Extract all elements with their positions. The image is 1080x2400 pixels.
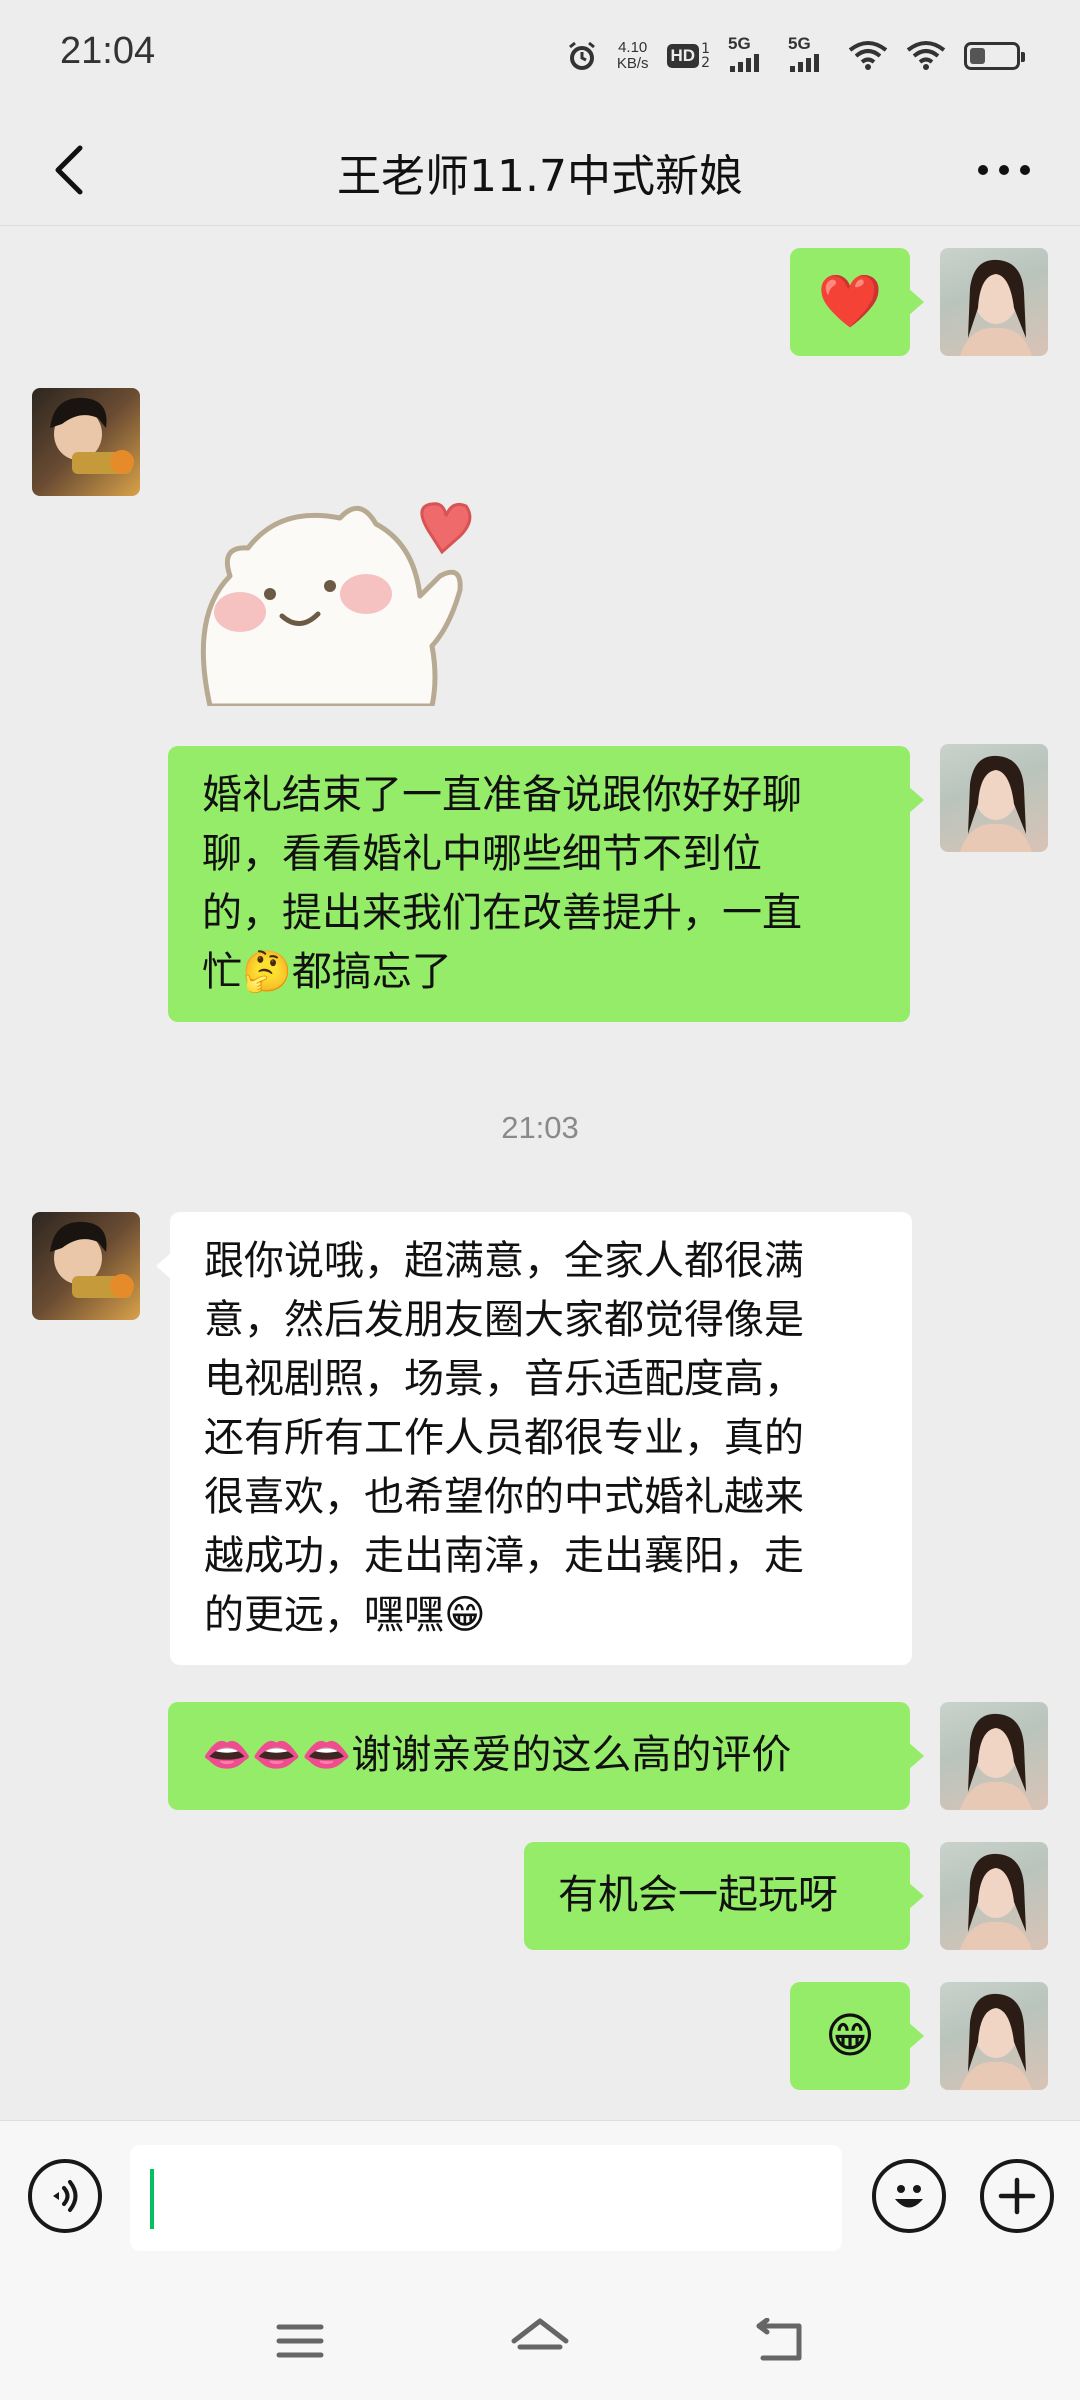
hd-sub-2: 2	[701, 55, 710, 71]
my-avatar[interactable]	[940, 1842, 1048, 1950]
hd-label: HD	[666, 44, 700, 68]
alarm-icon	[565, 39, 599, 73]
thinking-emoji: 🤔	[242, 949, 292, 995]
message-bubble-mine[interactable]: 有机会一起玩呀	[524, 1842, 924, 1950]
message-text: 忙	[202, 949, 242, 995]
message-line: 越成功，走出南漳，走出襄阳，走	[204, 1533, 804, 1579]
message-line: 忙🤔都搞忘了	[202, 943, 888, 1002]
voice-button[interactable]	[28, 2159, 102, 2233]
message-text: 的更远，嘿嘿	[204, 1592, 444, 1638]
message-line: 跟你说哦，超满意，全家人都很满	[204, 1238, 804, 1284]
hd-sub: 1 2	[701, 42, 710, 70]
message-bubble-mine[interactable]: 婚礼结束了一直准备说跟你好好聊 聊，看看婚礼中哪些细节不到位 的，提出来我们在改…	[168, 746, 924, 1022]
lips-emoji: 👄👄👄	[202, 1732, 352, 1778]
signal-1-label: 5G	[728, 34, 751, 53]
battery-fill	[970, 48, 986, 64]
wifi-icon	[848, 40, 888, 72]
status-time: 21:04	[60, 30, 156, 72]
back-icon	[756, 2318, 802, 2361]
grin-emoji: 😁	[444, 1592, 486, 1638]
home-icon	[511, 2318, 569, 2350]
heart-emoji: ❤️	[817, 272, 883, 332]
message-line: 很喜欢，也希望你的中式婚礼越来	[204, 1474, 804, 1520]
message-bubble-mine[interactable]: 👄👄👄谢谢亲爱的这么高的评价	[168, 1702, 924, 1810]
plus-icon	[998, 2177, 1036, 2215]
back-nav-button[interactable]	[740, 2306, 820, 2376]
net-speed-value: 4.10	[618, 39, 648, 56]
menu-icon	[276, 2324, 324, 2358]
message-bubble-mine[interactable]: 😁	[790, 1982, 924, 2090]
message-timestamp: 21:03	[501, 1110, 579, 1145]
voice-icon	[53, 2180, 78, 2212]
net-speed: 4.10 KB/s	[617, 40, 649, 72]
signal-bars-icon	[790, 54, 819, 72]
message-line: 电视剧照，场景，音乐适配度高，	[204, 1356, 804, 1402]
home-button[interactable]	[500, 2306, 580, 2376]
friend-avatar[interactable]	[32, 1212, 140, 1320]
message-line: 的，提出来我们在改善提升，一直	[202, 890, 802, 936]
status-bar: 21:04 4.10 KB/s HD 1 2 5G 5G	[0, 0, 1080, 112]
menu-button[interactable]	[260, 2306, 340, 2376]
emoji-button[interactable]	[872, 2159, 946, 2233]
chat-header: 王老师11.7中式新娘	[0, 112, 1080, 226]
my-avatar[interactable]	[940, 1702, 1048, 1810]
message-bubble-friend[interactable]: 跟你说哦，超满意，全家人都很满 意，然后发朋友圈大家都觉得像是 电视剧照，场景，…	[156, 1212, 912, 1665]
message-line: 的更远，嘿嘿😁	[204, 1586, 890, 1645]
smiley-icon	[895, 2185, 923, 2208]
hd-badge: HD 1 2	[666, 42, 710, 70]
more-horizontal-icon	[978, 165, 1030, 175]
chat-messages[interactable]: ❤️ 婚礼结束了一直准备说跟你好好聊 聊，看看婚礼中哪些细节不到位 的，提出来我…	[0, 226, 1080, 2120]
more-functions-button[interactable]	[980, 2159, 1054, 2233]
system-navigation-bar	[0, 2280, 1080, 2400]
bear-heart-sticker[interactable]	[170, 466, 490, 709]
signal-2-label: 5G	[788, 34, 811, 53]
my-avatar[interactable]	[940, 248, 1048, 356]
message-line: 婚礼结束了一直准备说跟你好好聊	[202, 772, 802, 818]
friend-avatar[interactable]	[32, 388, 140, 496]
chat-title: 王老师11.7中式新娘	[337, 151, 743, 202]
message-line: 聊，看看婚礼中哪些细节不到位	[202, 831, 762, 877]
input-bar	[0, 2120, 1080, 2280]
message-input[interactable]	[130, 2145, 842, 2251]
message-line: 还有所有工作人员都很专业，真的	[204, 1415, 804, 1461]
status-icons: 4.10 KB/s HD 1 2 5G 5G	[565, 34, 1025, 76]
signal-2: 5G	[788, 34, 830, 74]
message-text: 有机会一起玩呀	[558, 1872, 838, 1918]
battery-icon	[964, 42, 1025, 70]
hd-sub-1: 1	[701, 41, 710, 57]
message-text: 谢谢亲爱的这么高的评价	[351, 1732, 792, 1778]
signal-1: 5G	[728, 34, 770, 74]
message-line: 意，然后发朋友圈大家都觉得像是	[204, 1297, 804, 1343]
signal-bars-icon	[730, 54, 759, 72]
my-avatar[interactable]	[940, 1982, 1048, 2090]
my-avatar[interactable]	[940, 744, 1048, 852]
grin-emoji: 😁	[824, 2008, 876, 2064]
message-bubble-mine[interactable]: ❤️	[790, 248, 924, 356]
text-caret	[150, 2169, 154, 2229]
wifi-icon	[906, 40, 946, 72]
more-button[interactable]	[968, 140, 1040, 200]
message-text: 都搞忘了	[291, 949, 452, 995]
net-speed-unit: KB/s	[616, 55, 649, 72]
